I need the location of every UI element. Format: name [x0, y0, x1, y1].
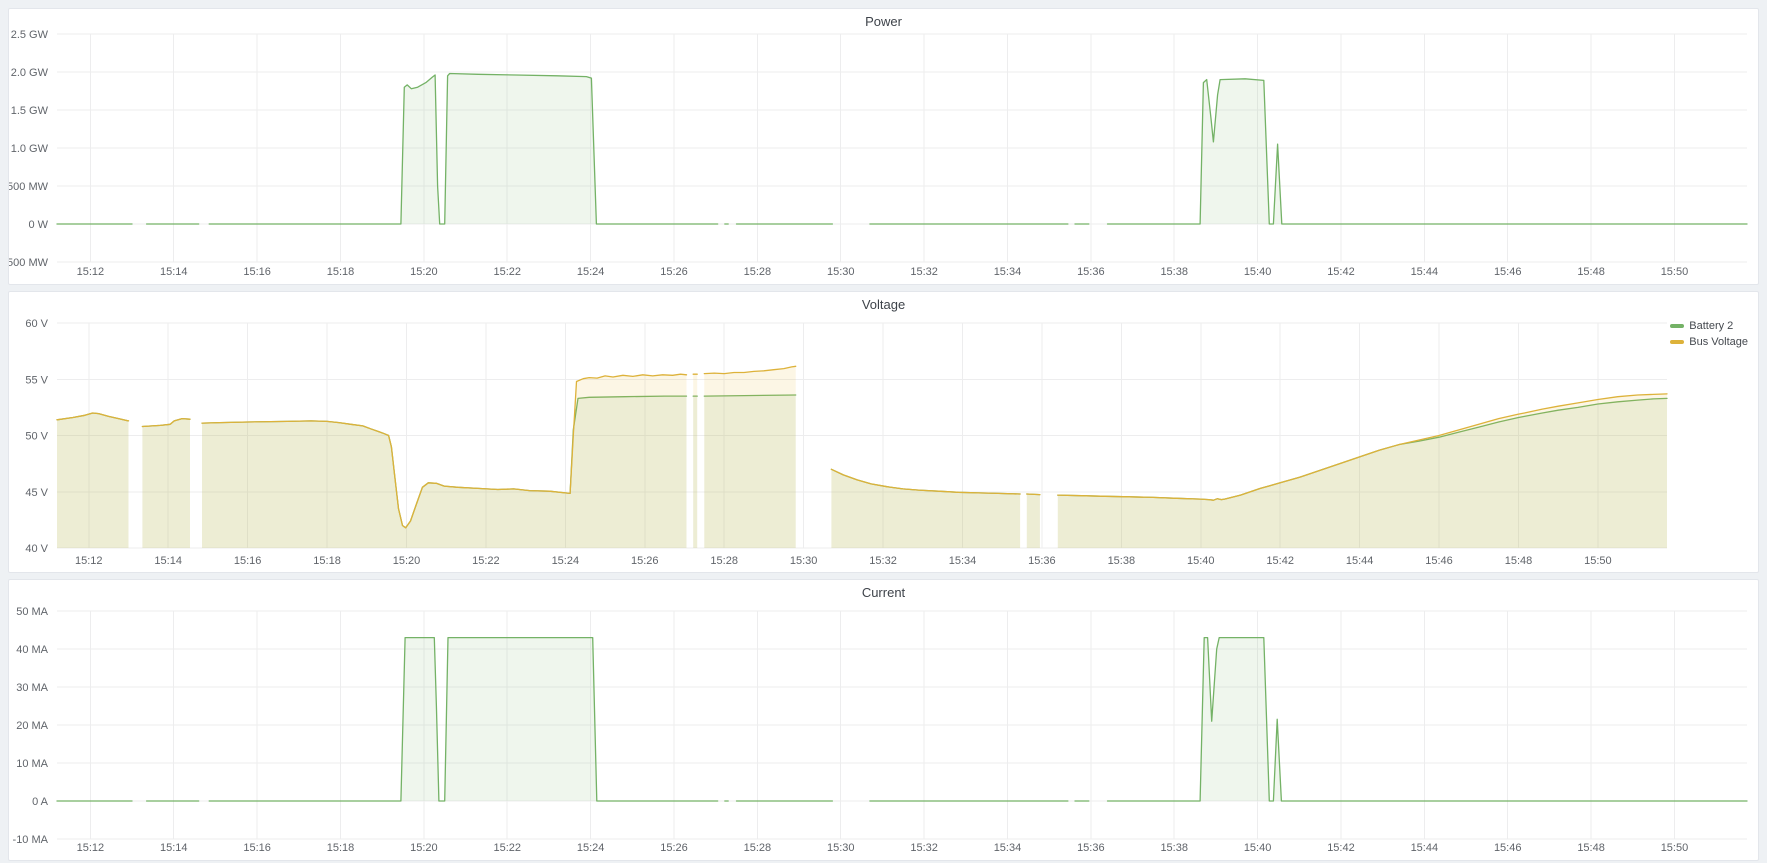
svg-text:15:30: 15:30	[790, 555, 818, 567]
svg-text:500 MW: 500 MW	[9, 181, 49, 193]
svg-text:15:42: 15:42	[1327, 266, 1355, 278]
legend-swatch-battery-2	[1670, 324, 1684, 328]
legend-item-bus-voltage[interactable]: Bus Voltage	[1670, 336, 1748, 348]
svg-text:45 V: 45 V	[25, 487, 48, 499]
svg-text:15:32: 15:32	[869, 555, 897, 567]
voltage-chart[interactable]: 60 V 55 V 50 V 45 V 40 V 15:12 15:14 15:16 15:18…	[9, 292, 1758, 572]
panel-title-voltage[interactable]: Voltage	[9, 297, 1758, 312]
svg-text:15:30: 15:30	[827, 842, 855, 854]
svg-text:15:48: 15:48	[1577, 266, 1605, 278]
svg-text:15:36: 15:36	[1028, 555, 1056, 567]
svg-text:15:22: 15:22	[472, 555, 500, 567]
svg-text:15:36: 15:36	[1077, 266, 1105, 278]
svg-text:15:18: 15:18	[327, 842, 355, 854]
svg-text:15:48: 15:48	[1577, 842, 1605, 854]
svg-text:1.0 GW: 1.0 GW	[11, 143, 49, 155]
legend-swatch-bus-voltage	[1670, 340, 1684, 344]
svg-text:15:42: 15:42	[1266, 555, 1294, 567]
svg-text:20 MA: 20 MA	[16, 720, 48, 732]
svg-text:15:44: 15:44	[1411, 842, 1439, 854]
svg-text:55 V: 55 V	[25, 374, 48, 386]
svg-text:1.5 GW: 1.5 GW	[11, 105, 49, 117]
svg-text:15:22: 15:22	[493, 266, 521, 278]
power-chart[interactable]: 2.5 GW 2.0 GW 1.5 GW 1.0 GW 500 MW 0 W -500 MW…	[9, 9, 1758, 284]
svg-text:15:16: 15:16	[243, 842, 271, 854]
svg-text:15:18: 15:18	[313, 555, 341, 567]
svg-text:15:46: 15:46	[1425, 555, 1453, 567]
svg-text:15:24: 15:24	[552, 555, 580, 567]
svg-text:15:28: 15:28	[710, 555, 738, 567]
svg-text:15:40: 15:40	[1187, 555, 1215, 567]
legend-label-bus-voltage: Bus Voltage	[1689, 336, 1748, 348]
svg-text:15:34: 15:34	[994, 266, 1022, 278]
svg-text:15:20: 15:20	[393, 555, 421, 567]
svg-text:15:44: 15:44	[1411, 266, 1439, 278]
panel-power: Power 2.5 GW 2.0 GW 1.5 GW 1.0 GW 500 MW 0 W -…	[8, 8, 1759, 285]
panel-voltage: Voltage 60 V 55 V 50 V 45 V 40 V 15:12 15:14 15…	[8, 291, 1759, 573]
svg-text:15:26: 15:26	[631, 555, 659, 567]
svg-text:10 MA: 10 MA	[16, 758, 48, 770]
svg-text:15:38: 15:38	[1160, 266, 1188, 278]
svg-text:0 W: 0 W	[28, 219, 48, 231]
svg-text:40 V: 40 V	[25, 543, 48, 555]
svg-text:15:40: 15:40	[1244, 842, 1272, 854]
svg-text:2.5 GW: 2.5 GW	[11, 29, 49, 41]
svg-text:15:12: 15:12	[77, 842, 105, 854]
svg-text:15:24: 15:24	[577, 842, 605, 854]
svg-text:-500 MW: -500 MW	[9, 257, 49, 269]
svg-text:15:38: 15:38	[1160, 842, 1188, 854]
svg-text:15:42: 15:42	[1327, 842, 1355, 854]
legend: Battery 2 Bus Voltage	[1670, 320, 1748, 348]
svg-text:40 MA: 40 MA	[16, 644, 48, 656]
svg-text:15:16: 15:16	[243, 266, 271, 278]
svg-text:15:14: 15:14	[160, 842, 188, 854]
svg-text:15:48: 15:48	[1505, 555, 1533, 567]
svg-text:2.0 GW: 2.0 GW	[11, 67, 49, 79]
current-chart[interactable]: 50 MA 40 MA 30 MA 20 MA 10 MA 0 A -10 MA 15:12 1…	[9, 580, 1758, 860]
svg-text:-10 MA: -10 MA	[13, 834, 49, 846]
legend-label-battery-2: Battery 2	[1689, 320, 1733, 332]
svg-text:15:36: 15:36	[1077, 842, 1105, 854]
svg-text:15:50: 15:50	[1661, 842, 1689, 854]
svg-text:15:46: 15:46	[1494, 842, 1522, 854]
svg-text:15:32: 15:32	[910, 266, 938, 278]
svg-text:15:16: 15:16	[234, 555, 262, 567]
svg-text:15:26: 15:26	[660, 266, 688, 278]
svg-text:15:24: 15:24	[577, 266, 605, 278]
svg-text:15:12: 15:12	[77, 266, 105, 278]
svg-text:15:44: 15:44	[1346, 555, 1374, 567]
svg-text:15:14: 15:14	[160, 266, 188, 278]
svg-text:15:46: 15:46	[1494, 266, 1522, 278]
svg-text:15:50: 15:50	[1661, 266, 1689, 278]
svg-text:15:22: 15:22	[493, 842, 521, 854]
svg-text:15:12: 15:12	[75, 555, 103, 567]
svg-text:15:28: 15:28	[744, 266, 772, 278]
svg-text:0 A: 0 A	[32, 796, 49, 808]
svg-text:15:38: 15:38	[1108, 555, 1136, 567]
svg-text:15:32: 15:32	[910, 842, 938, 854]
svg-text:60 V: 60 V	[25, 318, 48, 330]
svg-text:50 V: 50 V	[25, 431, 48, 443]
panel-title-current[interactable]: Current	[9, 585, 1758, 600]
svg-text:15:14: 15:14	[154, 555, 182, 567]
svg-text:30 MA: 30 MA	[16, 682, 48, 694]
panel-title-power[interactable]: Power	[9, 14, 1758, 29]
svg-text:15:30: 15:30	[827, 266, 855, 278]
dashboard: Power 2.5 GW 2.0 GW 1.5 GW 1.0 GW 500 MW 0 W -…	[0, 0, 1767, 863]
svg-text:15:34: 15:34	[994, 842, 1022, 854]
svg-text:15:18: 15:18	[327, 266, 355, 278]
svg-text:15:50: 15:50	[1584, 555, 1612, 567]
svg-text:15:40: 15:40	[1244, 266, 1272, 278]
svg-text:15:28: 15:28	[744, 842, 772, 854]
svg-text:15:34: 15:34	[949, 555, 977, 567]
svg-text:15:26: 15:26	[660, 842, 688, 854]
legend-item-battery-2[interactable]: Battery 2	[1670, 320, 1748, 332]
svg-text:50 MA: 50 MA	[16, 606, 48, 618]
panel-current: Current 50 MA 40 MA 30 MA 20 MA 10 MA 0 A -10 …	[8, 579, 1759, 861]
svg-text:15:20: 15:20	[410, 842, 438, 854]
svg-text:15:20: 15:20	[410, 266, 438, 278]
